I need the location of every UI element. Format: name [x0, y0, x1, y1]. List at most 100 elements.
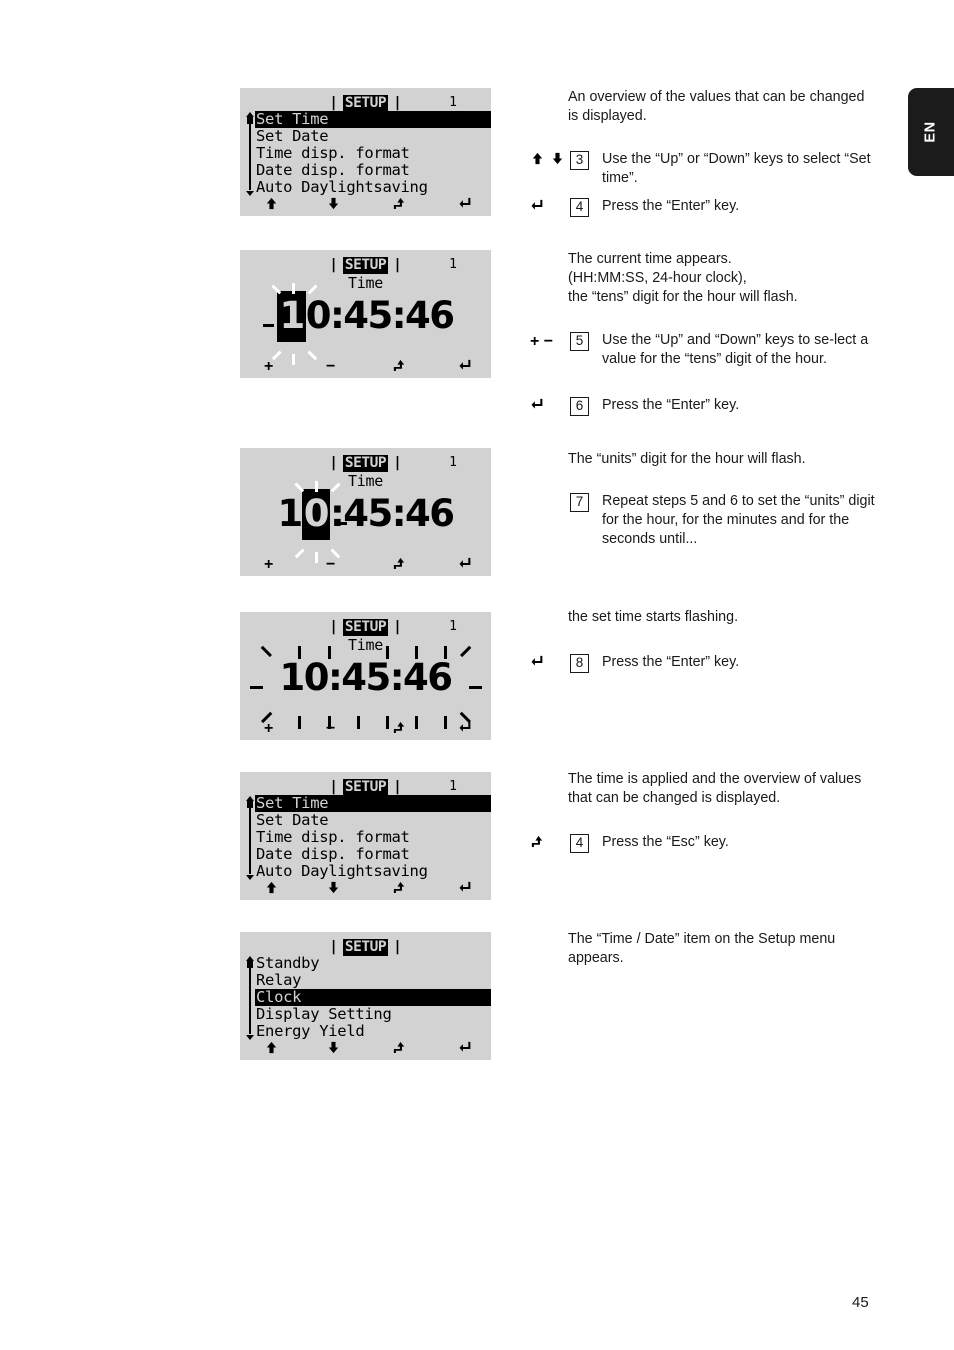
lcd-screen: | SETUP | 1 Time 10:45:46 + −: [240, 250, 491, 378]
lcd-scrollbar[interactable]: [245, 796, 254, 880]
instruction-key-icon-none: [530, 492, 570, 493]
lcd-header-pipe-left: |: [329, 779, 338, 795]
step-description: The “Time / Date” item on the Setup menu…: [568, 930, 878, 968]
lcd-header-pipe-left: |: [329, 939, 338, 955]
page-number: 45: [852, 1294, 869, 1311]
lcd-softkey-down-icon[interactable]: [326, 196, 341, 216]
instruction-step-number: 5: [570, 332, 589, 351]
language-tab: EN: [908, 88, 954, 176]
lcd-menu-list: Standby Relay Clock Display Setting Energy Y…: [255, 955, 491, 1040]
lcd-softkey-up-icon[interactable]: [264, 1040, 279, 1060]
scroll-thumb[interactable]: [247, 960, 253, 968]
lcd-menu-item[interactable]: Energy Yield: [255, 1023, 491, 1040]
instruction-item: 4 Press the “Enter” key.: [530, 197, 890, 218]
lcd-screen: | SETUP | Standby Relay Clock Display Setting E…: [240, 932, 491, 1060]
scroll-track[interactable]: [249, 802, 251, 874]
instruction-item: 4 Press the “Esc” key.: [530, 833, 890, 854]
step-description-line: The current time appears.: [568, 251, 732, 267]
lcd-softkey-enter-icon[interactable]: [458, 358, 473, 378]
instruction-key-icon-plus-minus: + −: [530, 333, 554, 350]
step-description: The “units” digit for the hour will flas…: [568, 450, 878, 469]
instruction-item: 7 Repeat steps 5 and 6 to set the “units”…: [530, 492, 890, 549]
lcd-menu-item[interactable]: Auto Daylightsaving: [255, 179, 491, 196]
scroll-track[interactable]: [249, 118, 251, 190]
lcd-softkey-esc-icon[interactable]: [392, 556, 407, 576]
lcd-softkey-enter-icon[interactable]: [458, 720, 473, 740]
instruction-key-icon-enter: [530, 197, 570, 218]
lcd-softkey-bar: [240, 880, 491, 898]
lcd-menu-item-selected[interactable]: Set Time: [255, 111, 491, 128]
step-description-line: The “Time / Date” item on the Setup menu…: [568, 931, 836, 966]
lcd-screen: | SETUP | 1 Time 10:45:46 + −: [240, 448, 491, 576]
lcd-menu-item[interactable]: Date disp. format: [255, 162, 491, 179]
lcd-screen: | SETUP | 1 Set Time Set Date Time disp. forma…: [240, 88, 491, 216]
lcd-softkey-up-icon[interactable]: [264, 196, 279, 216]
lcd-softkey-down-icon[interactable]: [326, 1040, 341, 1060]
lcd-header-number: 1: [449, 95, 457, 110]
instruction-text: Press the “Enter” key.: [602, 654, 740, 670]
lcd-menu-item[interactable]: Set Date: [255, 128, 491, 145]
instruction-text: Repeat steps 5 and 6 to set the “units” …: [602, 493, 875, 547]
lcd-scrollbar[interactable]: [245, 956, 254, 1040]
lcd-softkey-enter-icon[interactable]: [458, 196, 473, 216]
instruction-text: Use the “Up” or “Down” keys to select “S…: [602, 151, 871, 186]
lcd-scrollbar[interactable]: [245, 112, 254, 196]
lcd-menu-item[interactable]: Display Setting: [255, 1006, 491, 1023]
lcd-menu-item-selected[interactable]: Set Time: [255, 795, 491, 812]
lcd-softkey-esc-icon[interactable]: [392, 880, 407, 900]
lcd-softkey-bar: + −: [240, 556, 491, 574]
lcd-menu-item[interactable]: Set Date: [255, 812, 491, 829]
instruction-text: Press the “Enter” key.: [602, 198, 740, 214]
scroll-track[interactable]: [249, 962, 251, 1034]
lcd-softkey-enter-icon[interactable]: [458, 880, 473, 900]
step-description: The current time appears. (HH:MM:SS, 24-h…: [568, 250, 878, 307]
instruction-step-number: 7: [570, 493, 589, 512]
instruction-key-icon-enter: [530, 653, 570, 674]
instruction-item: + − 5 Use the “Up” and “Down” keys to se-l…: [530, 331, 890, 369]
lcd-softkey-esc-icon[interactable]: [392, 720, 407, 740]
lcd-menu-item[interactable]: Relay: [255, 972, 491, 989]
lcd-menu-list: Set Time Set Date Time disp. format Date di…: [255, 795, 491, 880]
lcd-header-title: SETUP: [342, 94, 389, 112]
step-description-line: the set time starts flashing.: [568, 609, 739, 625]
lcd-menu-item[interactable]: Auto Daylightsaving: [255, 863, 491, 880]
lcd-menu-item[interactable]: Date disp. format: [255, 846, 491, 863]
step-description-line: the “tens” digit for the hour will flash…: [568, 289, 798, 305]
instruction-step-number: 3: [570, 151, 589, 170]
step-description-line: The “units” digit for the hour will flas…: [568, 451, 806, 467]
lcd-header-pipe-left: |: [329, 95, 338, 111]
lcd-softkey-up-icon[interactable]: [264, 880, 279, 900]
lcd-softkey-esc-icon[interactable]: [392, 358, 407, 378]
lcd-menu-item[interactable]: Time disp. format: [255, 829, 491, 846]
instruction-item: 8 Press the “Enter” key.: [530, 653, 890, 674]
lcd-header-number: 1: [449, 779, 457, 794]
step-description-line: The time is applied and the overview of …: [568, 771, 862, 806]
lcd-menu-item-selected[interactable]: Clock: [255, 989, 491, 1006]
instruction-text: Use the “Up” and “Down” keys to se-lect …: [602, 332, 869, 367]
lcd-softkey-bar: + −: [240, 358, 491, 376]
lcd-menu-item[interactable]: Time disp. format: [255, 145, 491, 162]
lcd-header-pipe-right: |: [393, 95, 402, 111]
scroll-thumb[interactable]: [247, 800, 253, 808]
lcd-header-pipe-right: |: [393, 779, 402, 795]
lcd-menu-list: Set Time Set Date Time disp. format Date di…: [255, 111, 491, 196]
instruction-step-number: 4: [570, 834, 589, 853]
step-description: An overview of the values that can be ch…: [568, 88, 878, 126]
lcd-menu-item[interactable]: Standby: [255, 955, 491, 972]
lcd-softkey-down-icon[interactable]: [326, 880, 341, 900]
lcd-softkey-enter-icon[interactable]: [458, 556, 473, 576]
lcd-softkey-esc-icon[interactable]: [392, 1040, 407, 1060]
instruction-item: 3 Use the “Up” or “Down” keys to select “…: [530, 150, 890, 188]
step-description: The time is applied and the overview of …: [568, 770, 878, 808]
lcd-screen: | SETUP | 1 Set Time Set Date Time disp. forma…: [240, 772, 491, 900]
instruction-step-number: 6: [570, 397, 589, 416]
instruction-text: Press the “Enter” key.: [602, 397, 740, 413]
instruction-key-icon-enter: [530, 396, 570, 417]
lcd-softkey-enter-icon[interactable]: [458, 1040, 473, 1060]
language-tab-label: EN: [923, 121, 939, 143]
instruction-key-icon-esc: [530, 833, 570, 854]
lcd-softkey-esc-icon[interactable]: [392, 196, 407, 216]
step-description: the set time starts flashing.: [568, 608, 878, 627]
instruction-text: Press the “Esc” key.: [602, 834, 729, 850]
scroll-thumb[interactable]: [247, 116, 253, 124]
